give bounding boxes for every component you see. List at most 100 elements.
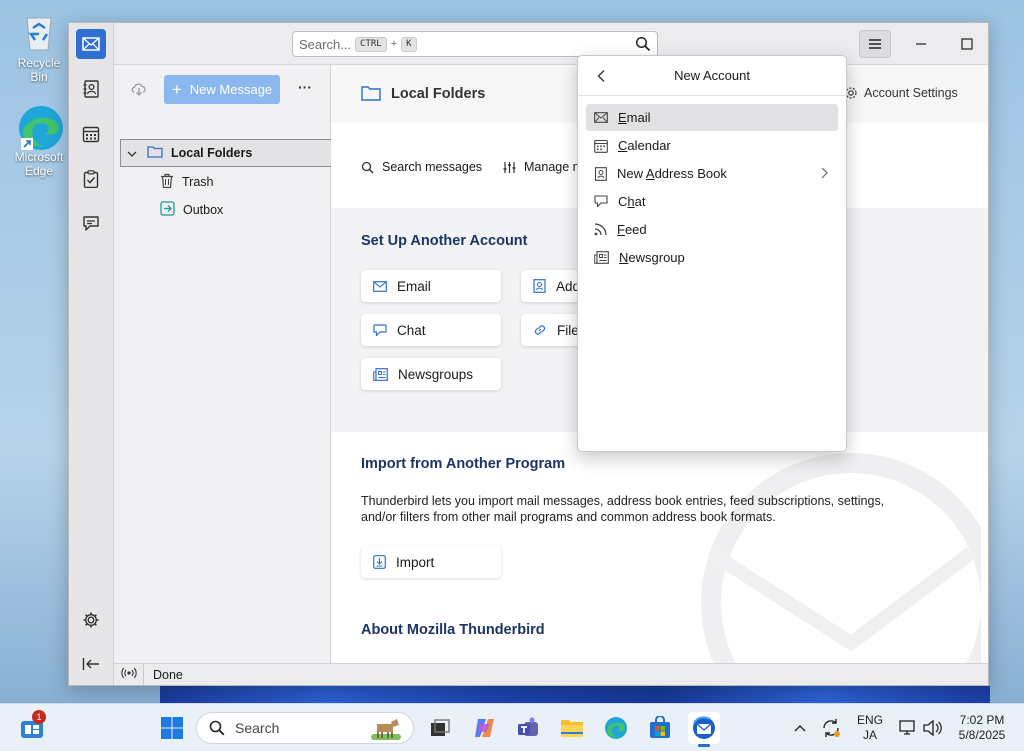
manage-label: Manage m <box>524 160 584 174</box>
app-menu-button[interactable] <box>859 30 891 58</box>
setup-email-button[interactable]: Email <box>361 270 501 302</box>
copilot-icon <box>475 719 494 737</box>
edge-taskbar-button[interactable] <box>600 712 632 744</box>
rss-feed-icon <box>594 223 607 236</box>
kbd-plus: + <box>390 38 398 50</box>
volume-tray-button[interactable] <box>916 712 948 744</box>
new-account-address-book-label: New Address Book <box>617 166 727 181</box>
settings-space-button[interactable] <box>76 605 106 635</box>
folder-trash[interactable]: Trash <box>114 168 330 196</box>
manage-filters-link[interactable]: Manage m <box>503 160 583 174</box>
account-settings-link[interactable]: Account Settings <box>844 86 958 100</box>
calendar-space-button[interactable] <box>76 119 106 149</box>
network-icon <box>899 720 915 735</box>
new-account-feed-label: Feed <box>617 222 647 237</box>
kbd-ctrl: CTRL <box>355 36 387 52</box>
search-highlight-icon <box>369 716 403 745</box>
task-view-button[interactable] <box>424 712 456 744</box>
folder-icon <box>561 720 583 737</box>
new-message-button[interactable]: + New Message <box>164 75 280 104</box>
status-text: Done <box>153 667 183 682</box>
import-description: Thunderbird lets you import mail message… <box>361 494 885 524</box>
outbox-icon <box>160 201 175 219</box>
global-search-box[interactable]: Search... CTRL + K <box>292 31 658 57</box>
teams-button[interactable] <box>512 712 544 744</box>
new-account-email-label: Email <box>618 110 651 125</box>
setup-chat-button[interactable]: Chat <box>361 314 501 346</box>
start-button[interactable] <box>156 712 188 744</box>
show-hidden-icons-button[interactable] <box>784 712 816 744</box>
link-icon <box>534 325 546 335</box>
new-account-chat[interactable]: Chat <box>586 188 838 215</box>
new-account-panel: New Account Email Calendar New Address B… <box>577 55 847 452</box>
setup-newsgroups-label: Newsgroups <box>398 366 474 382</box>
new-account-address-book[interactable]: New Address Book <box>586 160 838 187</box>
title-bar: Search... CTRL + K <box>114 23 988 65</box>
online-status-icon[interactable] <box>121 667 137 682</box>
import-label: Import <box>396 554 435 570</box>
folder-label-trash: Trash <box>182 175 214 189</box>
clock-date: 5/8/2025 <box>958 728 1006 742</box>
taskbar-search-label: Search <box>235 720 280 736</box>
store-button[interactable] <box>644 712 676 744</box>
filter-icon <box>503 161 516 173</box>
collapse-spaces-button[interactable] <box>76 649 106 679</box>
chevron-up-icon <box>794 725 806 732</box>
folder-local-folders[interactable]: Local Folders <box>120 139 332 167</box>
minimize-icon <box>916 43 926 45</box>
page-title: Local Folders <box>391 86 486 102</box>
maximize-button[interactable] <box>944 23 988 65</box>
sync-tray-button[interactable] <box>815 712 847 744</box>
mail-icon <box>82 37 100 51</box>
new-account-feed[interactable]: Feed <box>586 216 838 243</box>
task-view-icon <box>431 719 450 736</box>
edge-desktop-icon[interactable]: Microsoft Edge <box>8 104 70 178</box>
spaces-toolbar <box>69 23 114 685</box>
input-language-indicator[interactable]: ENG JA <box>852 713 888 743</box>
chat-space-button[interactable] <box>76 208 106 238</box>
minimize-button[interactable] <box>898 23 944 65</box>
file-explorer-button[interactable] <box>556 712 588 744</box>
folder-label-local-folders: Local Folders <box>171 146 253 160</box>
mail-icon <box>594 112 608 123</box>
copilot-button[interactable] <box>468 712 500 744</box>
back-button[interactable] <box>596 69 606 86</box>
edge-label-1: Microsoft <box>14 150 64 164</box>
thunderbird-icon <box>693 716 715 739</box>
setup-newsgroups-button[interactable]: Newsgroups <box>361 358 501 390</box>
clock-time: 7:02 PM <box>959 713 1005 727</box>
setup-email-label: Email <box>397 278 431 294</box>
new-account-email[interactable]: Email <box>586 104 838 131</box>
chevron-down-icon[interactable] <box>127 146 141 161</box>
get-messages-button[interactable] <box>130 81 148 100</box>
edge-icon <box>605 717 627 739</box>
taskbar-search[interactable]: Search <box>196 712 414 744</box>
address-book-space-button[interactable] <box>76 74 106 104</box>
import-button[interactable]: Import <box>361 546 501 578</box>
thunderbird-taskbar-button[interactable] <box>688 712 720 747</box>
recycle-bin-desktop-icon[interactable]: Recycle Bin <box>8 10 70 84</box>
folder-pane-more-button[interactable]: ··· <box>298 79 312 95</box>
setup-file-label: File <box>557 322 579 338</box>
taskbar: 1 Search ENG JA 7:02 PM 5/8/2025 <box>0 703 1024 751</box>
new-account-calendar-label: Calendar <box>618 138 671 153</box>
new-account-calendar[interactable]: Calendar <box>586 132 838 159</box>
search-icon[interactable] <box>635 36 651 55</box>
search-messages-label: Search messages <box>382 160 483 174</box>
mail-space-button[interactable] <box>76 29 106 59</box>
search-icon <box>361 161 374 173</box>
edge-label-2: Edge <box>24 164 54 178</box>
about-section-title: About Mozilla Thunderbird <box>361 622 545 638</box>
import-section-title: Import from Another Program <box>361 456 566 472</box>
tasks-space-button[interactable] <box>76 164 106 194</box>
folder-outbox[interactable]: Outbox <box>114 196 330 224</box>
maximize-icon <box>961 38 973 50</box>
new-account-newsgroup[interactable]: Newsgroup <box>586 244 838 271</box>
widgets-button[interactable]: 1 <box>16 710 48 744</box>
search-messages-link[interactable]: Search messages <box>361 160 482 174</box>
search-placeholder: Search... <box>299 36 352 52</box>
lang-line-2: JA <box>862 728 877 742</box>
kbd-k: K <box>401 36 417 52</box>
clock[interactable]: 7:02 PM 5/8/2025 <box>950 713 1014 743</box>
new-account-chat-label: Chat <box>618 194 646 209</box>
